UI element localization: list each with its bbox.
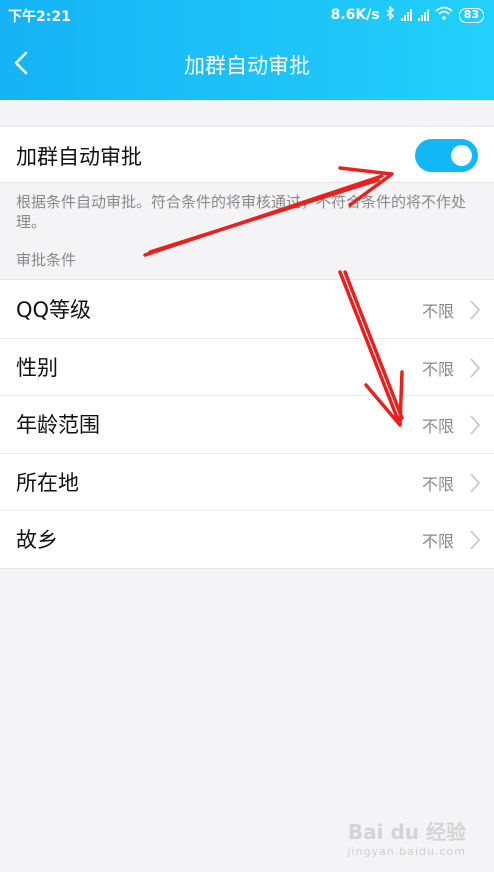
conditions-section-label: 审批条件 (16, 251, 77, 269)
chevron-right-icon (470, 357, 481, 378)
auto-approve-toggle[interactable] (415, 139, 478, 172)
wifi-icon (435, 6, 453, 24)
battery-icon: 83 (458, 7, 484, 23)
condition-value: 不限 (421, 359, 454, 379)
bluetooth-icon (386, 5, 395, 24)
header-bar: 下午2:21 8.6K/s 83 加群自动审批 (0, 0, 494, 100)
watermark-brand: Bai du 经验 (347, 820, 466, 844)
condition-label: 故乡 (16, 528, 58, 552)
condition-label: 年龄范围 (16, 413, 100, 437)
status-bar: 下午2:21 8.6K/s 83 (0, 0, 494, 30)
chevron-right-icon (470, 300, 481, 320)
baidu-watermark: Bai du 经验 jingyan.baidu.com (347, 816, 466, 858)
condition-row-location[interactable]: 所在地 不限 (0, 452, 494, 511)
page-title: 加群自动审批 (184, 54, 310, 78)
condition-value: 不限 (421, 474, 454, 494)
condition-row-gender[interactable]: 性别 不限 (0, 337, 494, 396)
chevron-right-icon (470, 472, 481, 493)
condition-row-age-range[interactable]: 年龄范围 不限 (0, 395, 494, 453)
network-speed: 8.6K/s (330, 7, 380, 23)
watermark-site: jingyan.baidu.com (347, 845, 466, 858)
status-right: 8.6K/s 83 (330, 5, 484, 24)
condition-value: 不限 (421, 417, 454, 436)
conditions-list: QQ等级 不限 性别 不限 年龄范围 不限 所在地 不限 故乡 不限 (0, 279, 494, 569)
chevron-right-icon (470, 530, 481, 550)
chevron-right-icon (470, 415, 481, 435)
auto-approve-label: 加群自动审批 (16, 145, 142, 169)
status-time: 下午2:21 (8, 9, 71, 25)
auto-approve-description: 根据条件自动审批。符合条件的将审核通过，不符合条件的将不作处理。 (16, 193, 467, 231)
toggle-knob (451, 145, 472, 166)
signal-icon (400, 9, 412, 21)
auto-approve-row: 加群自动审批 (0, 126, 494, 183)
condition-label: QQ等级 (16, 298, 92, 322)
condition-row-qq-level[interactable]: QQ等级 不限 (0, 280, 494, 338)
condition-label: 所在地 (16, 470, 79, 495)
signal-icon-2 (417, 9, 429, 21)
condition-value: 不限 (421, 302, 454, 321)
condition-row-hometown[interactable]: 故乡 不限 (0, 510, 494, 568)
condition-label: 性别 (16, 355, 58, 380)
condition-value: 不限 (421, 532, 454, 551)
